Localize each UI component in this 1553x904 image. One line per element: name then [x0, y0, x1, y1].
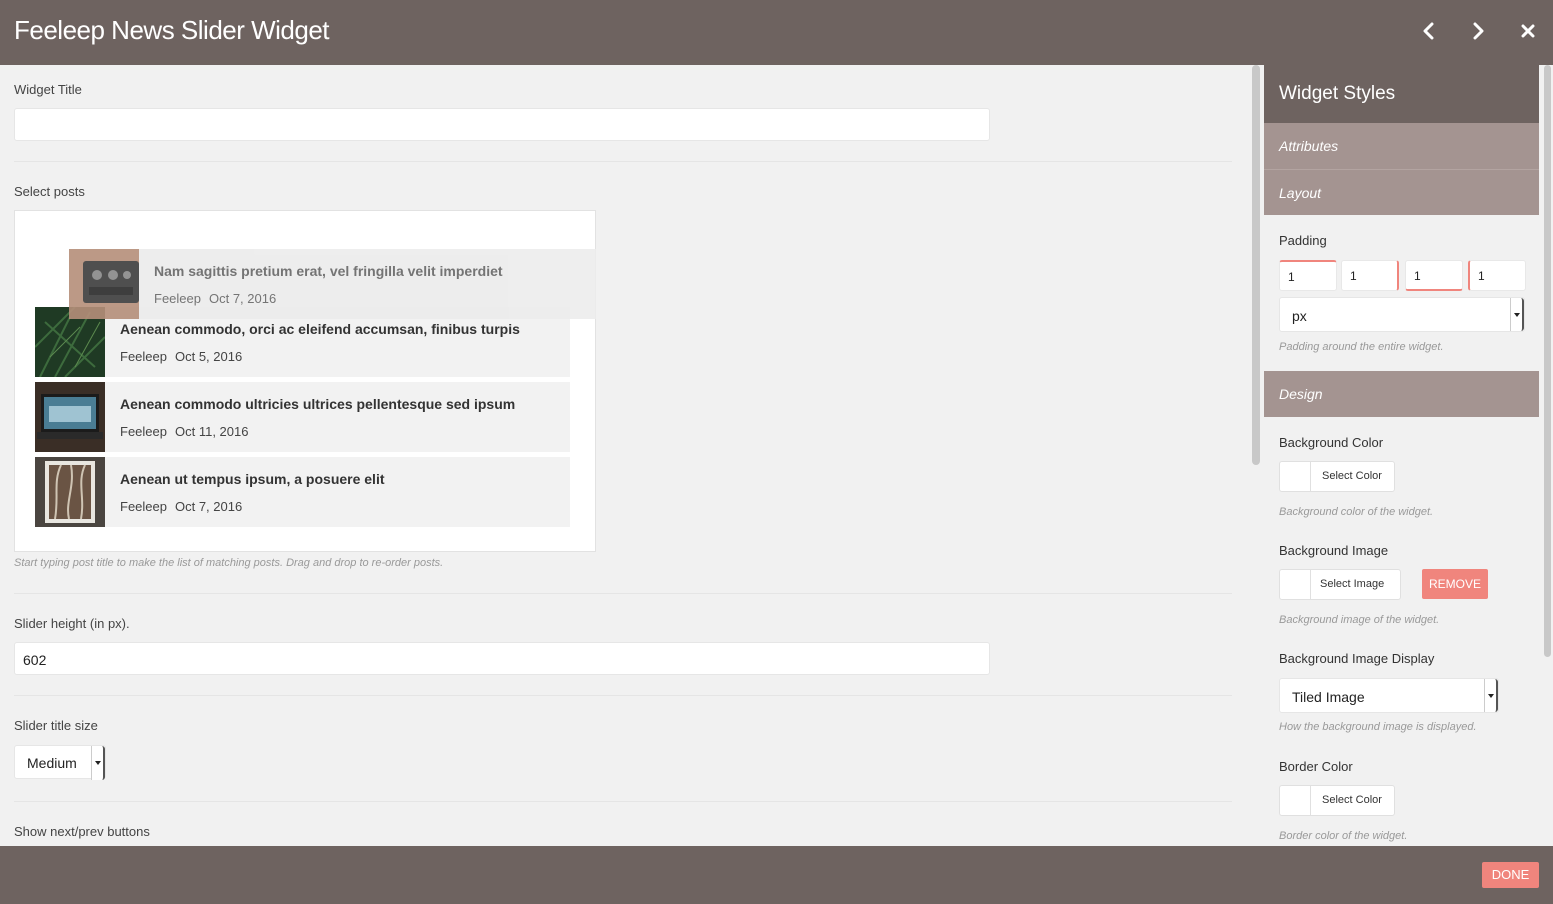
done-button[interactable]: DONE — [1482, 862, 1539, 888]
divider — [14, 593, 1232, 594]
padding-top-input[interactable]: 1 — [1279, 260, 1337, 291]
section-layout[interactable]: Layout — [1264, 169, 1539, 215]
post-meta: Feeleep Oct 11, 2016 — [120, 424, 256, 439]
post-item[interactable]: Aenean commodo ultricies ultrices pellen… — [35, 382, 570, 452]
divider — [14, 695, 1232, 696]
widget-title-label: Widget Title — [14, 82, 82, 97]
border-color-help-text: Border color of the widget. — [1279, 830, 1408, 842]
post-date: Oct 7, 2016 — [174, 499, 243, 514]
post-author: Feeleep — [120, 424, 167, 439]
bg-display-select[interactable]: Tiled Image — [1279, 678, 1499, 713]
color-swatch — [1280, 786, 1311, 815]
main-scrollbar[interactable] — [1252, 65, 1260, 465]
close-button[interactable] — [1511, 14, 1545, 48]
widget-styles-panel: Widget Styles Attributes Layout Padding … — [1264, 65, 1539, 846]
show-buttons-label: Show next/prev buttons — [14, 824, 150, 839]
post-author: Feeleep — [120, 349, 167, 364]
slider-height-input[interactable]: 602 — [14, 642, 990, 675]
post-date: Oct 11, 2016 — [174, 424, 249, 439]
bg-display-label: Background Image Display — [1279, 651, 1435, 666]
divider — [14, 801, 1232, 802]
panel-header: Widget Styles — [1264, 65, 1539, 123]
section-label: Attributes — [1279, 138, 1339, 154]
panel-scrollbar[interactable] — [1544, 65, 1551, 657]
post-author: Feeleep — [120, 499, 167, 514]
select-posts-label: Select posts — [14, 184, 85, 199]
next-button[interactable] — [1461, 14, 1495, 48]
selected-value: Tiled Image — [1292, 689, 1365, 705]
selected-value: px — [1292, 308, 1307, 324]
post-meta: Feeleep Oct 7, 2016 — [120, 499, 250, 514]
widget-title-input[interactable] — [14, 108, 990, 141]
post-thumbnail — [35, 457, 105, 527]
chevron-right-icon — [1473, 22, 1484, 40]
padding-left-input[interactable]: 1 — [1468, 260, 1526, 291]
slider-title-size-label: Slider title size — [14, 718, 98, 733]
post-title: Aenean commodo ultricies ultrices pellen… — [120, 396, 516, 412]
post-title: Aenean ut tempus ipsum, a posuere elit — [120, 471, 385, 487]
close-icon — [1521, 24, 1535, 38]
dialog-title: Feeleep News Slider Widget — [14, 15, 330, 45]
post-meta: Feeleep Oct 5, 2016 — [120, 349, 250, 364]
dialog-footer: DONE — [0, 846, 1553, 904]
widget-form: Widget Title Select posts Aenean commodo… — [0, 65, 1248, 846]
post-thumbnail — [35, 382, 105, 452]
padding-right-input[interactable]: 1 — [1341, 260, 1399, 291]
post-title: Nam sagittis pretium erat, vel fringilla… — [154, 263, 503, 279]
padding-unit-select[interactable]: px — [1279, 297, 1525, 332]
section-label: Design — [1279, 386, 1323, 402]
padding-help-text: Padding around the entire widget. — [1279, 341, 1444, 353]
bg-image-label: Background Image — [1279, 543, 1389, 558]
bg-image-help-text: Background image of the widget. — [1279, 614, 1440, 626]
bg-color-help-text: Background color of the widget. — [1279, 506, 1434, 518]
posts-list[interactable]: Aenean commodo, orci ac eleifend accumsa… — [14, 210, 596, 552]
section-design[interactable]: Design — [1264, 371, 1539, 417]
bg-color-label: Background Color — [1279, 435, 1384, 450]
bg-color-button[interactable]: Select Color — [1279, 461, 1395, 492]
post-item-dragging[interactable]: Nam sagittis pretium erat, vel fringilla… — [69, 249, 596, 319]
selected-value: Medium — [27, 755, 77, 771]
dropdown-arrow-icon — [1510, 298, 1524, 331]
button-label: Select Image — [1320, 578, 1385, 590]
color-swatch — [1280, 462, 1311, 491]
button-label: Select Color — [1322, 794, 1382, 806]
post-author: Feeleep — [154, 291, 201, 306]
dropdown-arrow-icon — [91, 746, 105, 780]
dialog-header: Feeleep News Slider Widget — [0, 0, 1553, 65]
post-item[interactable]: Aenean ut tempus ipsum, a posuere elit F… — [35, 457, 570, 527]
image-swatch — [1280, 570, 1311, 599]
bg-image-button[interactable]: Select Image — [1279, 569, 1401, 600]
button-label: Select Color — [1322, 470, 1382, 482]
section-attributes[interactable]: Attributes — [1264, 123, 1539, 169]
post-thumbnail — [69, 249, 139, 319]
bg-display-help-text: How the background image is displayed. — [1279, 721, 1477, 733]
panel-title: Widget Styles — [1279, 83, 1396, 104]
slider-title-size-select[interactable]: Medium — [14, 745, 106, 780]
previous-button[interactable] — [1412, 14, 1446, 48]
section-label: Layout — [1279, 185, 1322, 201]
post-date: Oct 5, 2016 — [174, 349, 243, 364]
chevron-left-icon — [1423, 22, 1434, 40]
post-meta: Feeleep Oct 7, 2016 — [154, 291, 284, 306]
divider — [14, 161, 1232, 162]
posts-help-text: Start typing post title to make the list… — [14, 557, 444, 569]
dropdown-arrow-icon — [1484, 679, 1498, 712]
post-title: Aenean commodo, orci ac eleifend accumsa… — [120, 321, 520, 337]
border-color-button[interactable]: Select Color — [1279, 785, 1395, 816]
slider-height-label: Slider height (in px). — [14, 616, 130, 631]
padding-bottom-input[interactable]: 1 — [1405, 260, 1463, 291]
border-color-label: Border Color — [1279, 759, 1353, 774]
padding-label: Padding — [1279, 233, 1327, 248]
remove-image-button[interactable]: REMOVE — [1422, 569, 1488, 599]
post-date: Oct 7, 2016 — [208, 291, 277, 306]
